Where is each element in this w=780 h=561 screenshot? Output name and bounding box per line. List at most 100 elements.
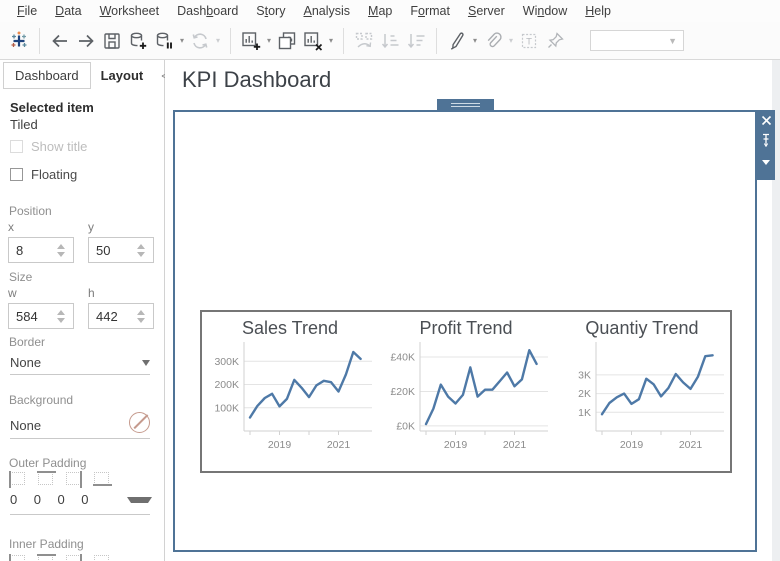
outer-padding-top-value: 0 (34, 492, 58, 507)
menu-story[interactable]: Story (247, 1, 294, 21)
new-data-source-icon[interactable] (125, 28, 151, 54)
undo-icon[interactable] (47, 28, 73, 54)
swap-rows-columns-icon (351, 28, 377, 54)
padding-left-icon (10, 555, 25, 561)
svg-text:3K: 3K (578, 369, 591, 381)
size-w-stepper[interactable] (8, 303, 74, 329)
position-x-stepper[interactable] (8, 237, 74, 263)
border-value: None (10, 355, 41, 370)
background-picker[interactable]: None (10, 412, 150, 433)
selected-item-value: Tiled (10, 117, 38, 132)
padding-top-icon (38, 555, 53, 561)
dashboard-title[interactable]: KPI Dashboard (182, 67, 331, 93)
padding-right-icon (66, 472, 81, 485)
border-label: Border (9, 335, 45, 349)
outer-padding-values: 0 0 0 0 (10, 492, 152, 507)
position-x-spin-arrows[interactable] (53, 244, 69, 257)
floating-label: Floating (31, 167, 77, 182)
paperclip-dropdown-caret: ▾ (506, 36, 516, 45)
svg-text:£40K: £40K (390, 352, 415, 364)
position-y-spin-arrows[interactable] (133, 244, 149, 257)
section-divider (10, 374, 150, 375)
inner-padding-icons (10, 555, 109, 561)
background-value: None (10, 418, 41, 433)
tab-layout[interactable]: Layout (91, 63, 154, 88)
floating-checkbox-row[interactable]: Floating (10, 167, 77, 182)
pause-auto-updates-icon[interactable] (151, 28, 177, 54)
section-divider (10, 514, 150, 515)
padding-bottom-icon (94, 555, 109, 561)
duplicate-sheet-icon[interactable] (274, 28, 300, 54)
chart-title: Quantiy Trend (585, 318, 698, 339)
size-h-stepper[interactable] (88, 303, 154, 329)
outer-padding-left-value: 0 (10, 492, 34, 507)
selected-item-label: Selected item (10, 100, 94, 115)
main-toolbar: ▾ ▾ ▾ (0, 22, 780, 60)
size-w-input[interactable] (9, 309, 53, 324)
toolbar-separator (436, 28, 437, 54)
redo-icon[interactable] (73, 28, 99, 54)
position-x-input[interactable] (9, 243, 53, 258)
menu-analysis[interactable]: Analysis (294, 1, 359, 21)
chart-title: Profit Trend (419, 318, 512, 339)
no-fill-swatch-icon[interactable] (129, 412, 150, 433)
profit-trend-chart: Profit Trend £0K£20K£40K20192021 (378, 312, 554, 471)
toolbar-separator (230, 28, 231, 54)
menu-map[interactable]: Map (359, 1, 401, 21)
refresh-dropdown-caret: ▾ (213, 36, 223, 45)
size-h-spin-arrows[interactable] (133, 310, 149, 323)
outer-padding-bottom-value: 0 (81, 492, 105, 507)
outer-padding-right-value: 0 (58, 492, 82, 507)
padding-left-icon (10, 472, 25, 485)
menu-data[interactable]: Data (46, 1, 90, 21)
kpi-worksheet-object[interactable]: Sales Trend 100K200K300K20192021 Profit … (200, 310, 732, 473)
menu-help[interactable]: Help (576, 1, 620, 21)
svg-text:£0K: £0K (396, 420, 415, 432)
new-worksheet-icon[interactable] (238, 28, 264, 54)
size-h-input[interactable] (89, 309, 133, 324)
menu-dashboard[interactable]: Dashboard (168, 1, 247, 21)
size-w-spin-arrows[interactable] (53, 310, 69, 323)
position-x-label: x (8, 220, 74, 234)
text-object-icon: T (516, 28, 542, 54)
quantity-trend-chart: Quantiy Trend 1K2K3K20192021 (554, 312, 730, 471)
svg-text:2019: 2019 (268, 439, 292, 451)
clear-sheet-icon[interactable] (300, 28, 326, 54)
outer-padding-dropdown-caret[interactable] (127, 497, 152, 503)
tab-dashboard[interactable]: Dashboard (3, 62, 91, 89)
save-icon[interactable] (99, 28, 125, 54)
svg-text:2021: 2021 (503, 439, 527, 451)
highlight-dropdown-caret[interactable]: ▾ (470, 36, 480, 45)
menu-worksheet[interactable]: Worksheet (91, 1, 169, 21)
svg-text:100K: 100K (214, 402, 239, 414)
position-y-stepper[interactable] (88, 237, 154, 263)
paperclip-icon (480, 28, 506, 54)
container-pin-icon[interactable] (760, 133, 772, 147)
border-dropdown[interactable]: None (10, 355, 150, 370)
sort-descending-icon (403, 28, 429, 54)
pause-dropdown-caret[interactable]: ▾ (177, 36, 187, 45)
menu-server[interactable]: Server (459, 1, 514, 21)
highlight-pen-icon[interactable] (444, 28, 470, 54)
profit-trend-plot: £0K£20K£40K20192021 (380, 339, 552, 465)
position-y-input[interactable] (89, 243, 133, 258)
menu-format[interactable]: Format (401, 1, 459, 21)
outer-padding-label: Outer Padding (9, 456, 86, 470)
clear-sheet-dropdown-caret[interactable]: ▾ (326, 36, 336, 45)
refresh-icon (187, 28, 213, 54)
floating-checkbox[interactable] (10, 168, 23, 181)
sales-trend-plot: 100K200K300K20192021 (204, 339, 376, 465)
quantity-trend-plot: 1K2K3K20192021 (556, 339, 728, 465)
container-close-icon[interactable] (761, 115, 772, 126)
chart-title: Sales Trend (242, 318, 338, 339)
container-drag-handle-icon[interactable] (437, 99, 494, 111)
menu-file[interactable]: File (8, 1, 46, 21)
new-worksheet-dropdown-caret[interactable]: ▾ (264, 36, 274, 45)
container-more-options-icon[interactable] (762, 160, 770, 165)
menu-window[interactable]: Window (514, 1, 576, 21)
size-h-label: h (88, 286, 154, 300)
layout-pane: Dashboard Layout < Selected item Tiled S… (0, 60, 165, 561)
toolbar-separator (39, 28, 40, 54)
svg-text:200K: 200K (214, 379, 239, 391)
svg-text:2019: 2019 (444, 439, 468, 451)
